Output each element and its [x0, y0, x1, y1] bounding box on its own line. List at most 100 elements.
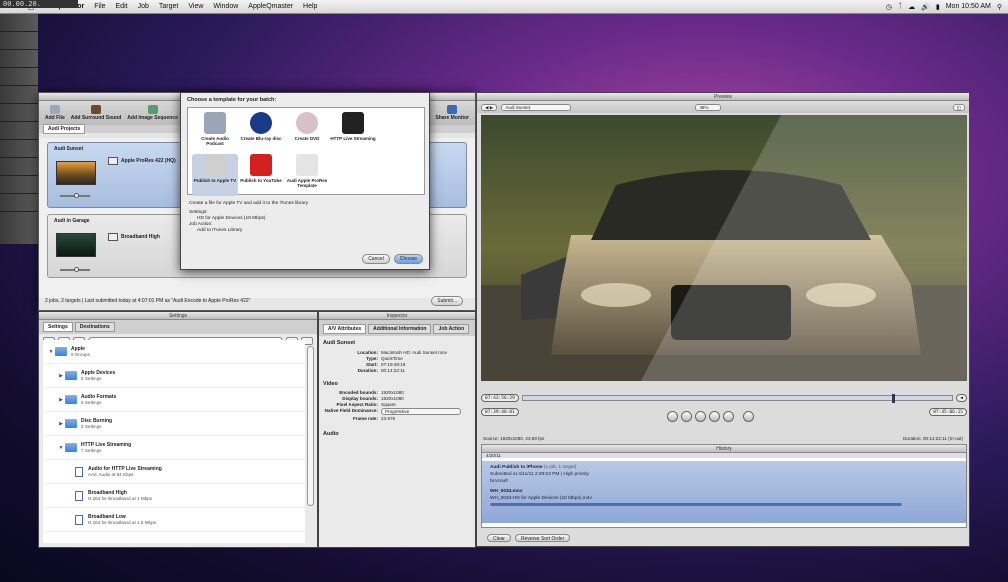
job-thumbnail: [56, 161, 96, 185]
template-item[interactable]: Create Blu-ray disc: [238, 112, 284, 154]
type-value: QuickTime: [381, 356, 403, 361]
clear-history-button[interactable]: Clear: [487, 534, 511, 542]
thumbnail-slider[interactable]: [60, 193, 90, 198]
folder-icon: [65, 395, 77, 404]
menu-help[interactable]: Help: [303, 3, 317, 10]
setting-file-icon: [75, 466, 83, 477]
history-progress: [490, 503, 902, 506]
template-item[interactable]: Create DVD: [284, 112, 330, 154]
bluray-disc-icon: [250, 112, 272, 134]
bluetooth-icon[interactable]: ᛏ: [898, 3, 902, 10]
list-item[interactable]: ▶ Disc Burning 3 Settings: [43, 412, 305, 436]
add-image-sequence-button[interactable]: Add Image Sequence: [127, 105, 178, 121]
add-file-button[interactable]: Add File: [45, 105, 65, 121]
fast-forward-icon[interactable]: [723, 411, 734, 422]
disclosure-triangle-icon[interactable]: ▶: [57, 373, 65, 379]
video-heading: Video: [323, 381, 338, 387]
disclosure-triangle-icon[interactable]: ▼: [47, 349, 55, 355]
history-date[interactable]: 4/20/11: [482, 453, 966, 458]
folder-icon: [55, 347, 67, 356]
playhead[interactable]: [892, 394, 896, 403]
tab-av-attributes[interactable]: A/V Attributes: [323, 324, 367, 334]
field-dominance-select[interactable]: Progressive: [381, 408, 461, 415]
list-item[interactable]: ▼ HTTP Live Streaming 7 Settings: [43, 436, 305, 460]
reverse-sort-button[interactable]: Reverse Sort Order: [514, 534, 571, 542]
folder-icon: [65, 371, 77, 380]
menu-job[interactable]: Job: [138, 3, 149, 10]
duration-value: 00:14:22:11: [381, 368, 405, 373]
disclosure-triangle-icon[interactable]: ▼: [57, 445, 65, 451]
template-item[interactable]: Create Audio Podcast: [192, 112, 238, 154]
menu-edit[interactable]: Edit: [116, 3, 128, 10]
tab-settings[interactable]: Settings: [43, 322, 73, 332]
loop-icon[interactable]: [743, 411, 754, 422]
list-item[interactable]: Audio for HTTP Live Streaming AAC Audio a…: [43, 460, 305, 484]
step-back-icon[interactable]: [681, 411, 692, 422]
list-item[interactable]: ▼ Apple 9 Groups: [43, 340, 305, 364]
rewind-icon[interactable]: [667, 411, 678, 422]
history-title: History: [482, 445, 966, 453]
volume-icon[interactable]: 🔊: [921, 3, 930, 11]
time-machine-icon[interactable]: ◷: [886, 3, 892, 11]
share-monitor-button[interactable]: Share Monitor: [435, 105, 469, 121]
menu-view[interactable]: View: [188, 3, 203, 10]
tab-additional-info[interactable]: Additional Information: [368, 324, 432, 334]
template-item-label: Publish to Apple TV: [193, 178, 237, 183]
left-timecode[interactable]: 07:39:48:01: [481, 408, 519, 416]
battery-icon[interactable]: ▮: [936, 3, 940, 11]
tab-audi-projects[interactable]: Audi Projects: [43, 124, 86, 134]
location-value: Macintosh HD: Audi Sunset.mov: [381, 350, 447, 355]
share-monitor-icon: [447, 105, 458, 114]
list-item[interactable]: ▶ Apple Devices 5 Settings: [43, 364, 305, 388]
wifi-icon[interactable]: ☁: [908, 3, 915, 11]
source-info: Source: 1920x1080, 23.98 fps: [483, 436, 545, 441]
tab-destinations[interactable]: Destinations: [74, 322, 115, 332]
template-item[interactable]: Audi Apple ProRes Template: [284, 154, 330, 196]
right-timecode[interactable]: 07:45:06:15: [929, 408, 967, 416]
scrubber: 07:43:56:29 ◀: [481, 393, 967, 403]
choose-button[interactable]: Choose: [393, 254, 423, 264]
template-item[interactable]: HTTP Live Streaming: [330, 112, 376, 154]
history-target: WH_0034-HD for Apple Devices (10 Mbps).m…: [490, 496, 592, 501]
tab-job-action[interactable]: Job Action: [433, 324, 470, 334]
settings-window: Settings Settings Destinations ▼ Apple 9 G…: [38, 311, 318, 548]
split-view-button[interactable]: ◫: [952, 103, 965, 111]
play-icon[interactable]: [695, 411, 706, 422]
streaming-icon: [342, 112, 364, 134]
scrub-bar[interactable]: [521, 394, 954, 403]
template-item[interactable]: Publish to Apple TV: [192, 154, 238, 196]
submit-button[interactable]: Submit...: [431, 296, 463, 306]
in-timecode[interactable]: 07:43:56:29: [481, 394, 519, 402]
video-image: [481, 115, 967, 381]
step-forward-icon[interactable]: [709, 411, 720, 422]
menu-appleqmaster[interactable]: AppleQmaster: [248, 3, 293, 10]
clip-select[interactable]: Audi Sunset: [501, 103, 572, 111]
target-preset[interactable]: Apple ProRes 422 (HQ): [108, 157, 176, 165]
preview-window: Preview ◀ ▶ Audi Sunset 48% ◫ 07:43:56:2…: [476, 92, 970, 547]
menu-target[interactable]: Target: [159, 3, 178, 10]
setting-file-icon: [75, 490, 83, 501]
add-surround-sound-button[interactable]: Add Surround Sound: [71, 105, 121, 121]
list-item[interactable]: Broadband High H.264 for Broadband at 1 M…: [43, 484, 305, 508]
batch-status: 2 jobs, 2 targets | Last submitted today…: [45, 298, 251, 304]
folder-icon: [65, 419, 77, 428]
disclosure-triangle-icon[interactable]: ▶: [57, 421, 65, 427]
settings-scrollbar[interactable]: [307, 346, 314, 506]
template-item[interactable]: Publish to YouTube: [238, 154, 284, 196]
menu-window[interactable]: Window: [213, 3, 238, 10]
menu-clock[interactable]: Mon 10:50 AM: [946, 3, 991, 10]
menu-file[interactable]: File: [94, 3, 105, 10]
history-job[interactable]: Audi Publish to iPhone (1 job, 1 target)…: [482, 461, 966, 523]
disclosure-triangle-icon[interactable]: ▶: [57, 397, 65, 403]
zoom-select[interactable]: 48%: [695, 103, 722, 111]
mark-button[interactable]: ◀: [956, 394, 967, 402]
preview-nav-buttons[interactable]: ◀ ▶: [481, 103, 498, 111]
transport-controls: [667, 411, 754, 422]
thumbnail-slider[interactable]: [60, 267, 90, 272]
template-description: Create a file for Apple TV and add it to…: [189, 201, 309, 233]
list-item[interactable]: Broadband Low H.264 for Broadband at 1.5 …: [43, 508, 305, 532]
list-item[interactable]: ▶ Audio Formats 6 Settings: [43, 388, 305, 412]
target-preset[interactable]: Broadband High: [108, 233, 160, 241]
spotlight-icon[interactable]: ⚲: [997, 3, 1002, 11]
cancel-button[interactable]: Cancel: [362, 254, 390, 264]
